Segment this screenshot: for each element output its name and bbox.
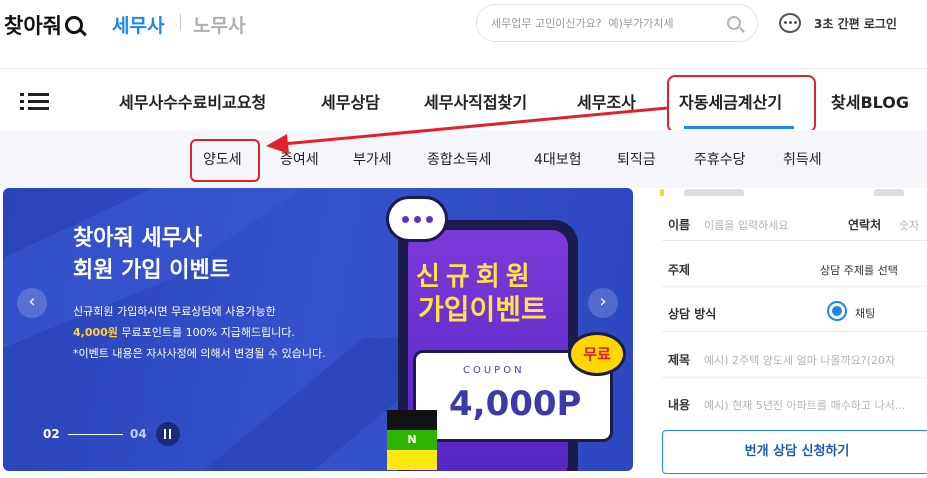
nav-item-find-accountant[interactable]: 세무사직접찾기 [424, 89, 527, 113]
app-badges: N [387, 410, 437, 470]
content-label: 내용 [668, 398, 691, 412]
naver-app-icon: N [387, 430, 437, 450]
banner-title-line2: 회원 가입 이벤트 [73, 258, 230, 283]
hamburger-menu-icon[interactable] [20, 93, 49, 111]
annotation-box-calculator [667, 75, 816, 133]
pause-button[interactable] [156, 422, 180, 446]
banner-prev-button[interactable]: ‹ [17, 288, 47, 318]
banner-title-line1: 찾아줘 세무사 [73, 226, 203, 251]
sub-item-severance[interactable]: 퇴직금 [617, 149, 656, 169]
subject-input[interactable]: 예시) 2주택 양도세 얼마 나올까요?(20자 [704, 352, 895, 368]
sub-item-vat[interactable]: 부가세 [353, 149, 392, 169]
nav-item-tax-consult[interactable]: 세무상담 [321, 89, 380, 113]
form-header-clipped [660, 182, 920, 196]
sub-item-gift-tax[interactable]: 증여세 [280, 149, 319, 169]
banner-description-line1: 신규회원 가입하시면 무료상담에 사용가능한 [73, 305, 276, 318]
form-divider [662, 377, 927, 378]
pager-current: 02 [43, 427, 60, 441]
form-divider [662, 331, 927, 332]
nav-item-fee-comparison[interactable]: 세무사수수료비교요청 [119, 89, 266, 113]
search-box [476, 4, 758, 42]
brand-tab-labor-attorney[interactable]: 노무사 [193, 11, 245, 38]
consult-form: 이름 이름을 입력하세요 연락처 숫자 주제 상담 주제를 선택 상담 방식 채… [650, 188, 927, 478]
sub-item-income-tax[interactable]: 종합소득세 [427, 149, 491, 169]
banner-next-button[interactable]: › [588, 288, 618, 318]
sub-nav: 양도세 증여세 부가세 종합소득세 4대보험 퇴직금 주휴수당 취득세 [0, 130, 927, 188]
phone-headline-2: 가입이벤트 [418, 293, 547, 326]
quick-consult-submit-button[interactable]: 번개 상담 신청하기 [662, 430, 927, 474]
pager-total: 04 [130, 427, 147, 441]
event-banner[interactable]: 찾아줘 세무사 회원 가입 이벤트 신규회원 가입하시면 무료상담에 사용가능한… [3, 188, 633, 471]
logo-text: 찾아줘 [4, 14, 62, 38]
nav-item-tax-audit[interactable]: 세무조사 [577, 89, 636, 113]
banner-point-amount: 4,000원 [73, 326, 118, 339]
form-divider [662, 240, 927, 241]
quick-login-link[interactable]: 3초 간편 로그인 [814, 15, 897, 32]
coupon-value: 4,000P [449, 384, 582, 424]
subject-label: 제목 [668, 353, 691, 367]
topic-label: 주제 [668, 263, 691, 277]
sub-item-insurance[interactable]: 4대보험 [534, 149, 582, 169]
annotation-box-capital-gains [190, 139, 260, 182]
banner-notice: *이벤트 내용은 자사사정에 의해서 변경될 수 있습니다. [73, 347, 326, 360]
site-logo[interactable]: 찾아줘 [4, 10, 83, 40]
pager-progress-line [68, 434, 123, 435]
kakao-app-icon [387, 450, 437, 470]
apple-app-icon [387, 410, 437, 430]
banner-description-line2-rest: 무료포인트를 100% 지급해드립니다. [117, 326, 295, 339]
search-input[interactable] [491, 13, 721, 33]
sub-item-acquisition-tax[interactable]: 취득세 [783, 149, 822, 169]
content-input[interactable]: 예시) 현재 5년전 아파트를 매수하고 나서... [704, 397, 905, 413]
banner-description-line2: 4,000원 무료포인트를 100% 지급해드립니다. [73, 324, 295, 340]
header: 찾아줘 세무사 노무사 3초 간편 로그인 [0, 0, 927, 50]
nav-item-blog[interactable]: 찾세BLOG [831, 89, 909, 113]
brand-tab-tax-accountant[interactable]: 세무사 [112, 11, 164, 38]
chat-option-label: 채팅 [855, 307, 876, 320]
free-badge: 무료 [568, 332, 626, 376]
coupon-label: COUPON [463, 365, 525, 376]
contact-label: 연락처 [848, 218, 882, 232]
topic-select[interactable]: 상담 주제를 선택 [820, 262, 898, 278]
chat-radio[interactable] [827, 301, 847, 321]
method-label: 상담 방식 [668, 307, 717, 321]
search-icon[interactable] [727, 16, 741, 30]
name-label: 이름 [668, 218, 691, 232]
contact-input[interactable]: 숫자 [899, 217, 919, 233]
chat-icon[interactable] [779, 13, 801, 33]
name-input[interactable]: 이름을 입력하세요 [704, 217, 788, 233]
speech-bubble-icon [386, 196, 448, 242]
brand-divider [180, 14, 181, 30]
form-divider [662, 286, 927, 287]
sub-item-holiday-pay[interactable]: 주휴수당 [694, 149, 746, 169]
logo-magnifier-icon [64, 16, 83, 34]
